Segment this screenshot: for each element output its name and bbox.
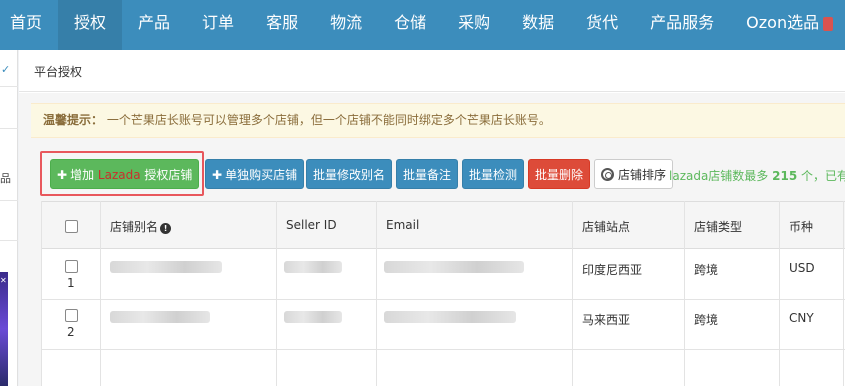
blurred-email (384, 261, 524, 273)
buy-shop-label: 单独购买店铺 (225, 168, 298, 182)
header-email: Email (386, 218, 420, 232)
shop-sort-button[interactable]: 店铺排序 (594, 159, 674, 189)
header-currency: 币种 (789, 220, 814, 234)
batch-delete-button[interactable]: 批量删除 (528, 159, 591, 189)
select-all-checkbox[interactable] (65, 220, 78, 233)
row-checkbox[interactable] (65, 309, 78, 322)
currency: USD (789, 261, 815, 275)
nav-item-data[interactable]: 数据 (506, 0, 570, 50)
nav-item-purchasing[interactable]: 采购 (442, 0, 506, 50)
shop-count-info: lazada店铺数最多 215 个，已有 2 (669, 167, 845, 184)
warning-tip: 温馨提示： 一个芒果店长账号可以管理多个店铺，但一个店铺不能同时绑定多个芒果店长… (31, 103, 845, 138)
close-icon[interactable]: ✕ (0, 276, 8, 286)
header-shop-type: 店铺类型 (694, 220, 743, 234)
nav-item-authorization[interactable]: 授权 (58, 0, 123, 50)
column-divider (843, 201, 844, 386)
column-divider (779, 201, 780, 386)
blurred-shop-alias (110, 261, 222, 273)
blurred-shop-alias (110, 311, 210, 323)
sidebar-divider (0, 240, 18, 241)
table-header: 店铺别名! Seller ID Email 店铺站点 店铺类型 币种 (41, 201, 845, 249)
breadcrumb-bar: 平台授权 (19, 50, 845, 92)
row-index: 1 (67, 276, 75, 290)
shop-sort-label: 店铺排序 (618, 168, 667, 182)
nav-item-products[interactable]: 产品 (122, 0, 186, 50)
nav-badge-icon (823, 16, 834, 31)
info-prefix: lazada店铺数最多 (669, 169, 769, 183)
nav-item-ozon-label: Ozon选品 (746, 13, 820, 32)
sidebar-divider (0, 86, 18, 87)
blurred-email (384, 311, 516, 323)
check-icon: ✓ (1, 63, 11, 76)
sidebar-partial-label: 品 (0, 172, 11, 185)
plus-icon: ✚ (57, 168, 68, 182)
header-shop-alias: 店铺别名! (110, 218, 172, 235)
buy-shop-button[interactable]: ✚ 单独购买店铺 (205, 159, 305, 189)
nav-item-home[interactable]: 首页 (0, 0, 58, 50)
header-site: 店铺站点 (582, 220, 631, 234)
add-suffix-label: 授权店铺 (144, 168, 193, 182)
content-area: 温馨提示： 一个芒果店长账号可以管理多个店铺，但一个店铺不能同时绑定多个芒果店长… (19, 93, 845, 386)
currency: CNY (789, 311, 814, 325)
nav-item-customer-service[interactable]: 客服 (250, 0, 314, 50)
sidebar-ad-image[interactable] (0, 272, 8, 386)
batch-check-button[interactable]: 批量检测 (462, 159, 525, 189)
tip-label: 温馨提示： (43, 113, 104, 127)
batch-alias-button[interactable]: 批量修改别名 (306, 159, 393, 189)
add-lazada-shop-button[interactable]: ✚ 增加 Lazada 授权店铺 (50, 159, 200, 189)
row-divider (41, 299, 845, 300)
left-sidebar: ✓ 品 ✕ (0, 50, 18, 386)
column-divider (376, 201, 377, 386)
shop-site: 马来西亚 (582, 313, 631, 327)
header-shop-alias-label: 店铺别名 (110, 220, 159, 234)
row-checkbox[interactable] (65, 260, 78, 273)
sidebar-divider (0, 200, 18, 201)
breadcrumb[interactable]: 平台授权 (34, 63, 82, 80)
column-divider (276, 201, 277, 386)
nav-item-orders[interactable]: 订单 (186, 0, 250, 50)
row-index: 2 (67, 325, 75, 339)
gear-icon (601, 168, 614, 181)
column-divider (684, 201, 685, 386)
nav-item-logistics[interactable]: 物流 (314, 0, 378, 50)
sidebar-divider (0, 128, 18, 129)
add-brand-label: Lazada (97, 168, 141, 182)
row-divider (41, 349, 845, 350)
nav-item-freight[interactable]: 货代 (570, 0, 634, 50)
column-divider (41, 201, 42, 386)
column-divider (572, 201, 573, 386)
nav-item-product-services[interactable]: 产品服务 (634, 0, 730, 50)
header-seller-id: Seller ID (286, 218, 337, 232)
top-nav: 首页 授权 产品 订单 客服 物流 仓储 采购 数据 货代 产品服务 Ozon选… (0, 0, 845, 50)
tip-text: 一个芒果店长账号可以管理多个店铺，但一个店铺不能同时绑定多个芒果店长账号。 (106, 113, 551, 127)
info-max: 215 (772, 169, 798, 183)
info-icon[interactable]: ! (160, 223, 172, 234)
shop-table: 店铺别名! Seller ID Email 店铺站点 店铺类型 币种 1 印度尼… (41, 201, 845, 386)
shop-site: 印度尼西亚 (582, 263, 643, 277)
nav-item-ozon-selection[interactable]: Ozon选品 (730, 0, 845, 50)
batch-note-button[interactable]: 批量备注 (396, 159, 459, 189)
blurred-seller-id (284, 311, 342, 323)
info-suffix: 个，已有 (801, 169, 845, 183)
plus-icon: ✚ (212, 168, 223, 182)
column-divider (100, 201, 101, 386)
shop-type: 跨境 (694, 263, 719, 277)
blurred-seller-id (284, 261, 342, 273)
nav-item-warehouse[interactable]: 仓储 (378, 0, 442, 50)
add-prefix-label: 增加 (70, 168, 95, 182)
main-panel: 平台授权 温馨提示： 一个芒果店长账号可以管理多个店铺，但一个店铺不能同时绑定多… (19, 50, 845, 386)
toolbar: ✚ 增加 Lazada 授权店铺 ✚ 单独购买店铺 批量修改别名 批量备注 批量检测… (19, 145, 845, 197)
shop-type: 跨境 (694, 313, 719, 327)
